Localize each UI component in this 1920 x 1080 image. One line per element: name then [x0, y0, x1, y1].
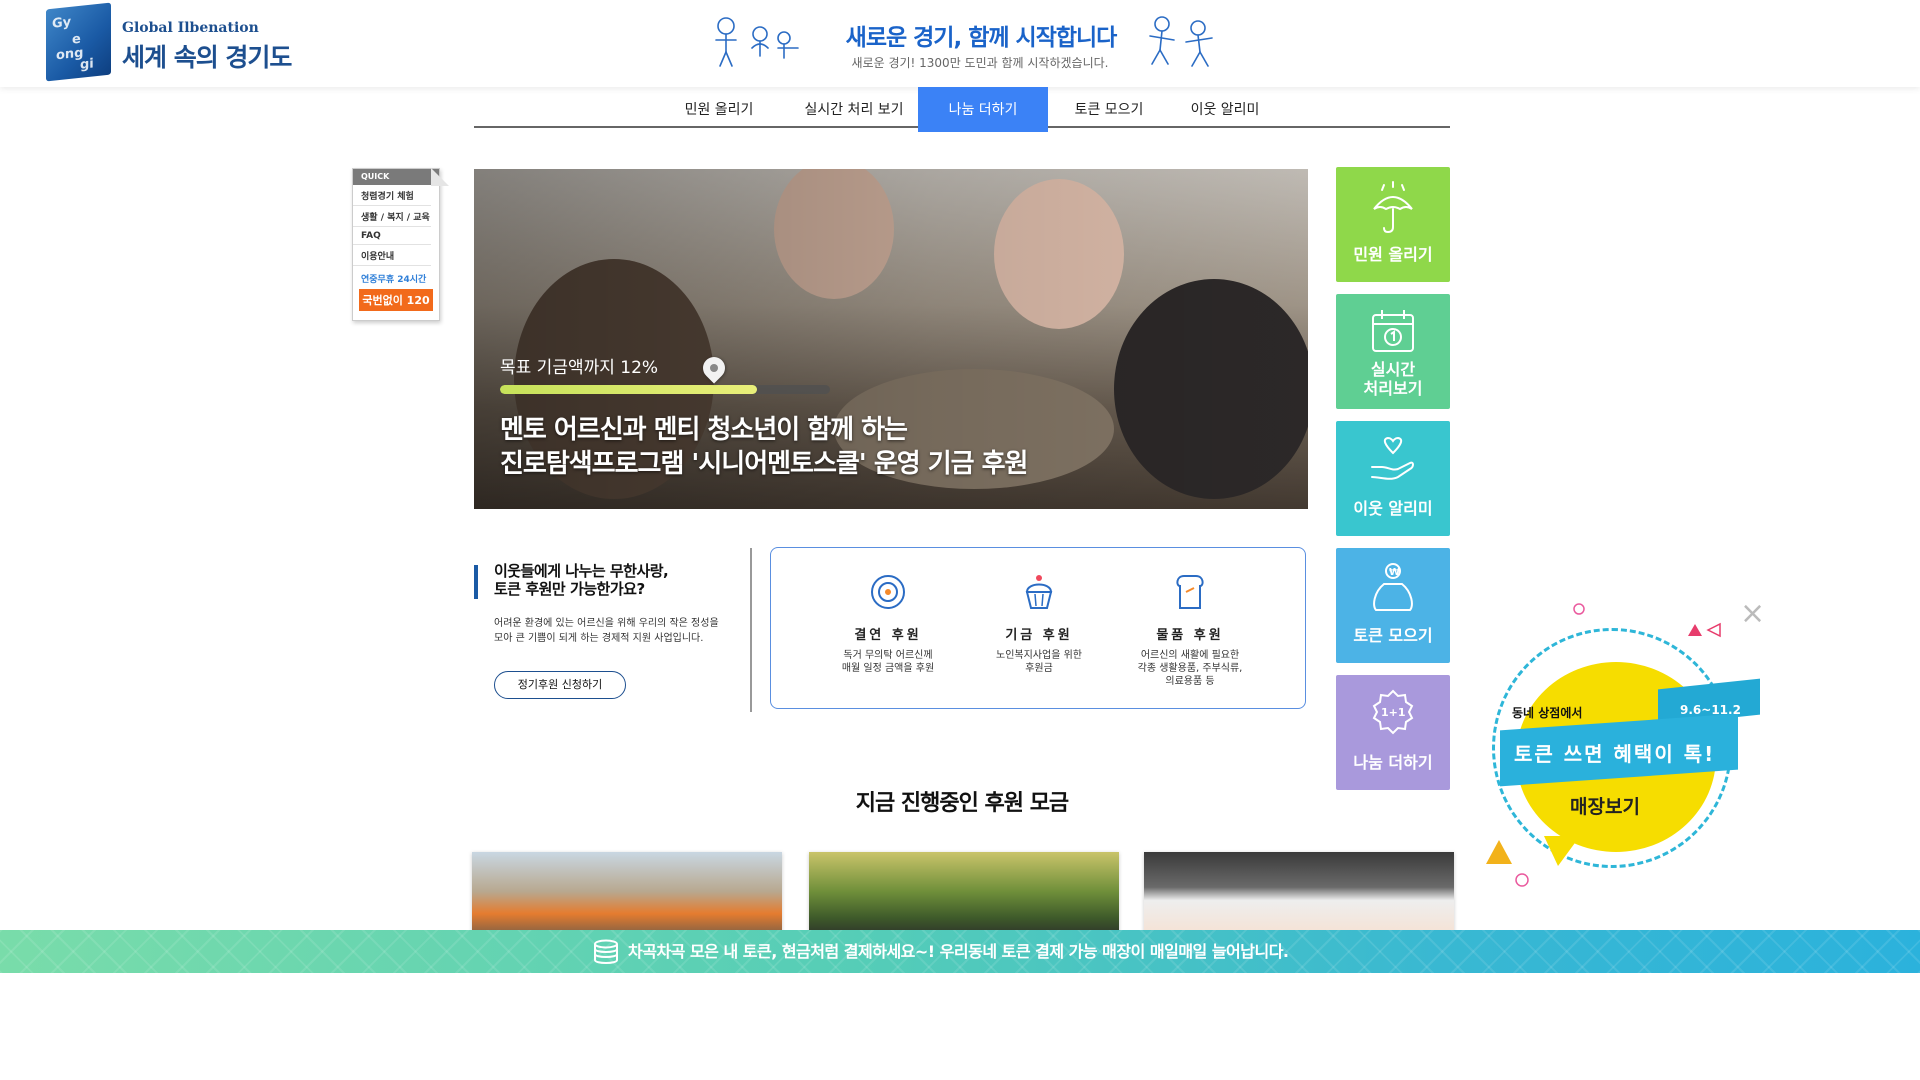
quick-menu: QUICK 청렴경기 체험 생활 / 복지 / 교육 FAQ 이용안내 연중무휴…	[352, 168, 449, 321]
hero-banner[interactable]: 목표 기금액까지 12% 멘토 어르신과 멘티 청소년이 함께 하는 진로탐색프…	[474, 169, 1308, 509]
page-fold-icon	[431, 168, 449, 186]
kids-doodle-right-icon	[1149, 16, 1213, 67]
slogan-headline: 새로운 경기, 함께 시작합니다	[845, 25, 1118, 51]
donation-type-desc: 노인복지사업을 위한 후원금	[996, 650, 1082, 674]
hero-title-line: 멘토 어르신과 멘티 청소년이 함께 하는	[500, 415, 908, 445]
quick-item-guide[interactable]: 이용안내	[353, 245, 431, 266]
promo-popup[interactable]: 동네 상점에서 9.6~11.2 토큰 쓰면 혜택이 톡! 매장보기 ×	[1478, 596, 1778, 896]
one-plus-one-icon: 1+1	[1372, 689, 1414, 735]
logo-mark-icon: Gy e ong gi	[46, 2, 111, 82]
donation-type-name: 기금 후원	[1005, 628, 1073, 643]
info-title-line: 토큰 후원만 가능한가요?	[494, 580, 645, 598]
tile-label: 토큰 모으기	[1353, 626, 1433, 645]
donation-type-name: 결연 후원	[854, 628, 922, 643]
tile-label: 나눔 더하기	[1353, 753, 1433, 772]
hero-progress-fill	[500, 385, 758, 394]
bottom-ticker-bar: 차곡차곡 모은 내 토큰, 현금처럼 결제하세요~! 우리동네 토큰 결제 가능…	[0, 930, 1920, 973]
logo[interactable]: Gy e ong gi Global Ilbenation 세계 속의 경기도	[46, 2, 292, 82]
hero-title-line: 진로탐색프로그램 '시니어멘토스쿨' 운영 기금 후원	[500, 449, 1028, 479]
circle-deco-icon	[1573, 603, 1585, 615]
fundraising-card[interactable]	[809, 852, 1119, 940]
quick-item-life[interactable]: 생활 / 복지 / 교육	[353, 206, 431, 227]
close-icon[interactable]: ×	[1740, 599, 1765, 629]
donation-type-desc: 독거 무의탁 어르신께 매월 일정 금액을 후원	[841, 650, 935, 674]
tile-neighbor[interactable]: 이웃 알리미	[1336, 421, 1450, 536]
nav-item-sharing[interactable]: 나눔 더하기	[918, 87, 1048, 132]
slogan-subtext: 새로운 경기! 1300만 도민과 함께 시작하겠습니다.	[851, 56, 1109, 70]
circle-deco-icon	[1515, 873, 1529, 887]
nav-item-complaint[interactable]: 민원 올리기	[664, 87, 774, 127]
svg-text:1+1: 1+1	[1381, 706, 1406, 719]
fundraising-card[interactable]	[472, 852, 782, 940]
info-title-line: 이웃들에게 나누는 무한사랑,	[494, 562, 669, 580]
promo-bubble-tail	[1544, 836, 1580, 866]
quick-item-faq[interactable]: FAQ	[353, 227, 431, 245]
quick-menu-title: QUICK	[353, 169, 439, 185]
donation-type-name: 물품 후원	[1156, 628, 1224, 643]
tile-label-line: 처리보기	[1363, 379, 1423, 398]
nav-item-token[interactable]: 토큰 모으기	[1054, 87, 1164, 127]
promo-shop-text: 동네 상점에서	[1512, 706, 1583, 720]
info-title: 이웃들에게 나누는 무한사랑, 토큰 후원만 가능한가요?	[494, 562, 669, 598]
tile-sharing[interactable]: 1+1 나눔 더하기	[1336, 675, 1450, 790]
quick-call-button[interactable]: 국번없이 120	[359, 289, 433, 311]
hero-goal-text: 목표 기금액까지 12%	[500, 358, 659, 378]
cupcake-icon	[1025, 575, 1053, 609]
logo-english-text: Global Ilbenation	[122, 20, 259, 36]
quick-item-integrity[interactable]: 청렴경기 체험	[353, 185, 431, 206]
bread-icon	[1176, 575, 1204, 609]
section-title: 지금 진행중인 후원 모금	[855, 791, 1069, 816]
ticker-text: 차곡차곡 모은 내 토큰, 현금처럼 결제하세요~! 우리동네 토큰 결제 가능…	[628, 942, 1289, 961]
nav-item-realtime[interactable]: 실시간 처리 보기	[792, 87, 916, 127]
sponsorship-info: 이웃들에게 나누는 무한사랑, 토큰 후원만 가능한가요? 어려운 환경에 있는…	[474, 548, 752, 712]
store-view-button[interactable]: 매장보기	[1570, 792, 1640, 819]
coin-stack-icon	[594, 939, 618, 964]
money-bag-icon: ₩	[1373, 563, 1413, 611]
promo-date: 9.6~11.2	[1680, 703, 1741, 717]
triangle-deco-icon	[1688, 622, 1721, 638]
tile-realtime[interactable]: 실시간 처리보기	[1336, 294, 1450, 409]
site-header: Gy e ong gi Global Ilbenation 세계 속의 경기도 …	[0, 0, 1920, 87]
fundraising-card[interactable]	[1144, 852, 1454, 940]
tile-complaint[interactable]: 민원 올리기	[1336, 167, 1450, 282]
tile-label: 실시간 처리보기	[1336, 360, 1450, 398]
nav-item-neighbor[interactable]: 이웃 알리미	[1170, 87, 1280, 127]
calendar-icon	[1372, 310, 1414, 352]
triangle-deco-icon	[1486, 840, 1512, 864]
svg-text:₩: ₩	[1389, 567, 1400, 578]
coin-icon	[871, 575, 905, 609]
umbrella-icon	[1373, 181, 1413, 234]
slogan-banner: 새로운 경기, 함께 시작합니다 새로운 경기! 1300만 도민과 함께 시작…	[710, 12, 1230, 78]
tile-label: 이웃 알리미	[1353, 499, 1433, 518]
main-nav: 민원 올리기 실시간 처리 보기 나눔 더하기 토큰 모으기 이웃 알리미	[474, 87, 1450, 132]
regular-sponsor-button[interactable]: 정기후원 신청하기	[494, 671, 626, 699]
kids-doodle-left-icon	[715, 17, 799, 67]
logo-korean-text: 세계 속의 경기도	[122, 43, 292, 72]
quick-hours-text: 연중무휴 24시간	[361, 275, 427, 285]
tile-label: 민원 올리기	[1353, 245, 1433, 264]
promo-headline: 토큰 쓰면 혜택이 톡!	[1514, 742, 1716, 766]
tile-token[interactable]: ₩ 토큰 모으기	[1336, 548, 1450, 663]
donation-types-box: 결연 후원 독거 무의탁 어르신께 매월 일정 금액을 후원 기금 후원 노인복…	[770, 547, 1306, 709]
hero-progress-bar	[500, 385, 830, 394]
donation-type-goods[interactable]: 물품 후원 어르신의 새활에 필요한 각종 생활용품, 주부식류, 의료용품 등	[1110, 572, 1270, 688]
tile-label-line: 실시간	[1370, 360, 1416, 379]
hand-heart-icon	[1371, 436, 1414, 480]
info-description: 어려운 환경에 있는 어르신을 위해 우리의 작은 정성을 모아 큰 기쁨이 되…	[494, 618, 719, 644]
donation-type-fund[interactable]: 기금 후원 노인복지사업을 위한 후원금	[959, 572, 1119, 675]
donation-type-sponsorship[interactable]: 결연 후원 독거 무의탁 어르신께 매월 일정 금액을 후원	[808, 572, 968, 675]
hero-title: 멘토 어르신과 멘티 청소년이 함께 하는 진로탐색프로그램 '시니어멘토스쿨'…	[500, 413, 1028, 481]
donation-type-desc: 어르신의 새활에 필요한 각종 생활용품, 주부식류, 의료용품 등	[1137, 650, 1243, 687]
info-accent-bar	[474, 565, 478, 599]
